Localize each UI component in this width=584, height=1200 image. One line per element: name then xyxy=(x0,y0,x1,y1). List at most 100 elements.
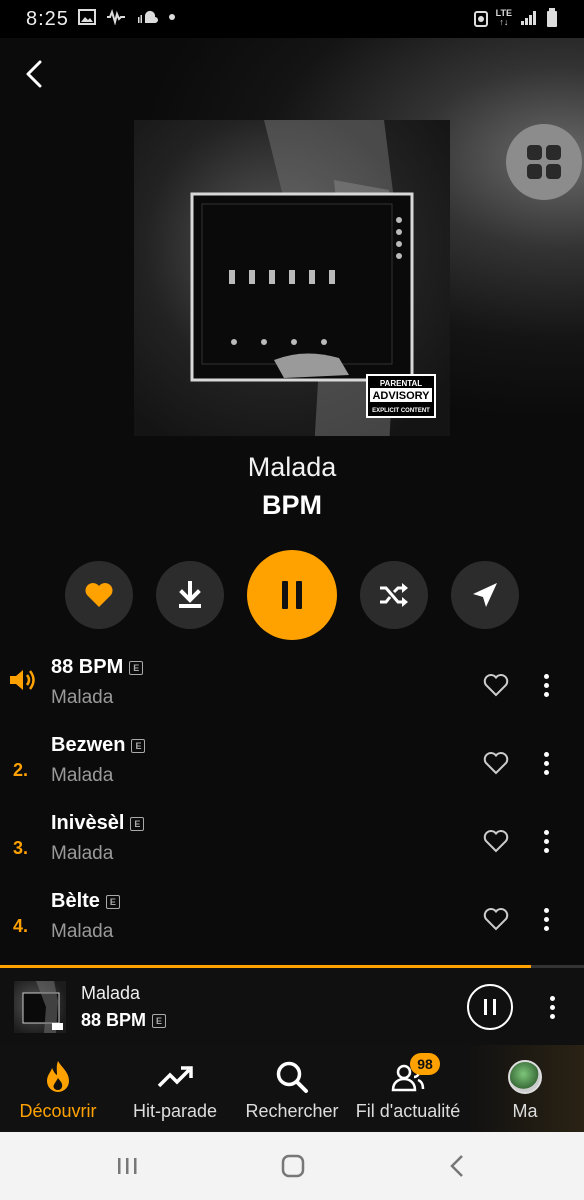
grid-view-button[interactable] xyxy=(506,124,582,200)
dot xyxy=(543,838,549,844)
status-time: 8:25 xyxy=(26,8,69,30)
album-title: Malada xyxy=(247,452,337,482)
track-subtitle: Malada xyxy=(51,843,114,864)
advisory-line-2: ADVISORY xyxy=(372,390,430,402)
dot-icon xyxy=(169,14,175,20)
album-artist[interactable]: BPM xyxy=(0,490,584,521)
dot xyxy=(543,847,549,853)
heart-outline-icon xyxy=(483,674,509,697)
search-icon xyxy=(272,1059,312,1095)
mini-player-track: 88 BPM xyxy=(81,1010,147,1030)
trending-icon xyxy=(155,1059,195,1095)
track-more-button[interactable] xyxy=(536,670,556,700)
track-more-button[interactable] xyxy=(536,904,556,934)
nav-item-profile[interactable]: Ma xyxy=(494,1045,556,1132)
pause-icon xyxy=(484,999,496,1015)
recent-apps-icon xyxy=(118,1158,137,1174)
dot xyxy=(543,829,549,835)
heart-outline-icon xyxy=(483,830,509,853)
dot xyxy=(549,1013,555,1019)
track-more-button[interactable] xyxy=(536,826,556,856)
back-button[interactable] xyxy=(16,56,52,92)
dot xyxy=(543,916,549,922)
battery-icon xyxy=(547,8,557,27)
favorite-button[interactable] xyxy=(65,561,133,629)
status-left-icons xyxy=(78,9,176,25)
nav-item-discover[interactable]: Découvrir xyxy=(10,1045,106,1132)
track-subtitle: Malada xyxy=(51,921,114,942)
status-right-icons: LTE ↑↓ xyxy=(473,8,558,28)
track-row[interactable]: 3. Inivèsèl E Malada xyxy=(0,806,584,884)
download-button[interactable] xyxy=(156,561,224,629)
nav-label: Fil d'actualité xyxy=(355,1101,461,1121)
soundcloud-icon xyxy=(138,10,158,23)
explicit-badge: E xyxy=(131,738,146,753)
mini-player-artwork xyxy=(14,981,66,1033)
people-icon: 98 xyxy=(388,1053,440,1095)
dot xyxy=(543,751,549,757)
nav-item-search[interactable]: Rechercher xyxy=(240,1045,344,1132)
heart-filled-icon xyxy=(85,583,113,607)
lte-label: LTE xyxy=(495,8,512,18)
bottom-navigation: Découvrir Hit-parade Rechercher 98 Fil d… xyxy=(0,1045,584,1132)
recent-apps-button[interactable] xyxy=(112,1152,142,1180)
track-subtitle: Malada xyxy=(51,765,114,786)
advisory-line-1: PARENTAL xyxy=(380,379,422,388)
mini-progress-bar[interactable] xyxy=(0,965,532,968)
system-back-button[interactable] xyxy=(442,1151,472,1181)
explicit-badge: E xyxy=(130,816,145,831)
explicit-badge: E xyxy=(105,894,120,909)
track-like-button[interactable] xyxy=(481,748,511,778)
flame-icon xyxy=(38,1059,78,1095)
avatar xyxy=(508,1060,542,1094)
dot xyxy=(543,760,549,766)
play-pause-button[interactable] xyxy=(247,550,337,640)
nav-label: Rechercher xyxy=(245,1101,339,1121)
back-icon xyxy=(450,1155,463,1177)
download-icon xyxy=(179,581,201,608)
dot xyxy=(543,673,549,679)
track-more-button[interactable] xyxy=(536,748,556,778)
track-row[interactable]: 88 BPM E Malada xyxy=(0,650,584,728)
track-like-button[interactable] xyxy=(481,904,511,934)
nav-item-feed[interactable]: 98 Fil d'actualité xyxy=(350,1045,466,1132)
nav-item-charts[interactable]: Hit-parade xyxy=(122,1045,228,1132)
track-row[interactable]: 2. Bezwen E Malada xyxy=(0,728,584,806)
mini-more-button[interactable] xyxy=(542,992,562,1022)
track-title: Inivèsèl xyxy=(51,812,125,834)
mini-player[interactable]: Malada 88 BPM E xyxy=(0,965,584,1045)
avatar-icon xyxy=(505,1059,545,1095)
track-title-row: Bezwen E xyxy=(51,734,146,757)
signal-icon xyxy=(521,11,536,25)
track-row[interactable]: 4. Bèlte E Malada xyxy=(0,884,584,962)
advisory-line-3: EXPLICIT CONTENT xyxy=(372,408,430,414)
share-button[interactable] xyxy=(451,561,519,629)
heart-outline-icon xyxy=(483,908,509,931)
mini-art xyxy=(22,981,63,1033)
data-saver-icon xyxy=(473,11,488,27)
pause-icon xyxy=(282,581,302,609)
track-number: 4. xyxy=(13,916,29,936)
lte-indicator: LTE ↑↓ xyxy=(495,8,512,27)
waveform-icon xyxy=(107,9,125,25)
mini-pause-button[interactable] xyxy=(467,984,513,1030)
mini-player-title: Malada xyxy=(81,983,141,1003)
dot xyxy=(543,925,549,931)
system-navigation-bar xyxy=(0,1132,584,1200)
track-like-button[interactable] xyxy=(481,670,511,700)
notification-badge: 98 xyxy=(410,1053,440,1075)
home-button[interactable] xyxy=(278,1151,308,1181)
mini-player-subtitle-row: 88 BPM E xyxy=(81,1010,167,1031)
heart-outline-icon xyxy=(483,752,509,775)
status-bar: 8:25 LTE ↑↓ xyxy=(0,0,584,38)
track-subtitle: Malada xyxy=(51,687,114,708)
image-icon xyxy=(78,9,96,25)
track-like-button[interactable] xyxy=(481,826,511,856)
shuffle-icon xyxy=(380,583,408,607)
chevron-left-icon xyxy=(26,60,42,88)
dot xyxy=(543,907,549,913)
track-number: 2. xyxy=(13,760,29,780)
send-icon xyxy=(473,583,497,607)
explicit-badge: E xyxy=(129,660,144,675)
shuffle-button[interactable] xyxy=(360,561,428,629)
